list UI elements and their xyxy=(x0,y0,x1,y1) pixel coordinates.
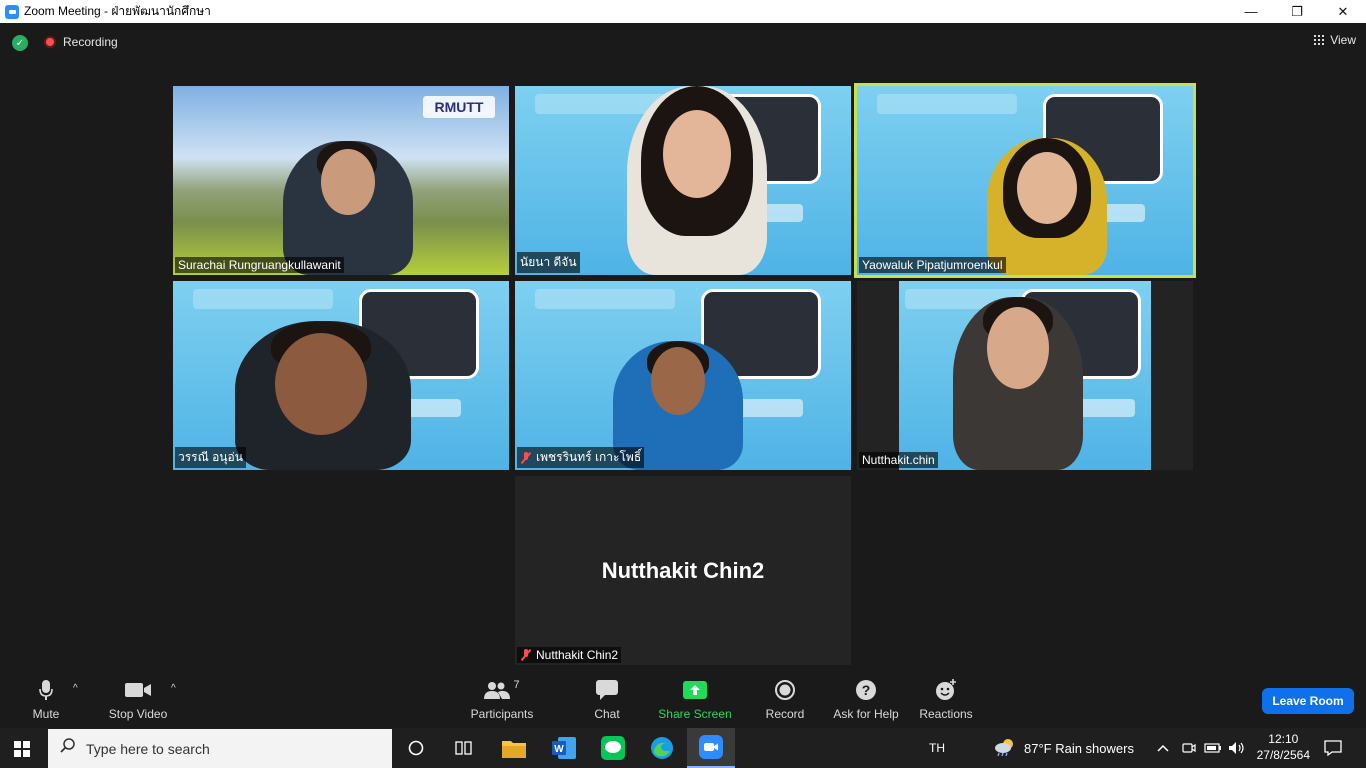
participant-video xyxy=(627,86,767,275)
participant-video xyxy=(283,141,413,275)
audio-options-caret-icon[interactable]: ^ xyxy=(73,683,78,694)
mute-label: Mute xyxy=(32,707,60,721)
input-language-indicator[interactable]: TH xyxy=(929,728,945,768)
participant-name-plate: เพชรรินทร์ เกาะโพธิ์ xyxy=(517,447,645,468)
share-screen-label: Share Screen xyxy=(658,707,732,721)
reactions-button[interactable]: Reactions xyxy=(916,673,976,728)
cortana-icon[interactable] xyxy=(392,728,440,768)
share-screen-icon xyxy=(683,673,707,707)
recording-label: Recording xyxy=(63,35,118,49)
help-question-icon: ? xyxy=(856,673,876,707)
zoom-taskbar-icon[interactable] xyxy=(687,728,735,768)
participant-name-plate: นัยนา ดีจัน xyxy=(517,252,580,273)
record-label: Record xyxy=(765,707,805,721)
windows-taskbar: Type here to search W TH 87°F Rain showe… xyxy=(0,728,1366,768)
rain-cloud-icon xyxy=(994,738,1016,759)
svg-text:W: W xyxy=(554,744,564,755)
weather-widget[interactable]: 87°F Rain showers xyxy=(994,728,1134,768)
weather-text: 87°F Rain showers xyxy=(1024,740,1134,756)
participant-name-plate: Yaowaluk Pipatjumroenkul xyxy=(859,257,1006,273)
recording-indicator[interactable]: Recording xyxy=(44,35,118,49)
clock-time: 12:10 xyxy=(1268,732,1299,746)
participants-icon: 7 xyxy=(484,673,520,707)
grid-view-icon xyxy=(1314,35,1325,45)
reactions-smiley-icon xyxy=(935,673,957,707)
participant-name-plate: Nutthakit Chin2 xyxy=(517,647,622,663)
window-titlebar: Zoom Meeting - ฝ่ายพัฒนานักศึกษา — ❐ ✕ xyxy=(0,0,1366,23)
windows-start-icon[interactable] xyxy=(14,741,30,757)
word-icon[interactable]: W xyxy=(540,728,588,768)
view-label: View xyxy=(1330,33,1356,47)
file-explorer-icon[interactable] xyxy=(490,728,538,768)
show-hidden-icons-chevron-icon[interactable] xyxy=(1157,728,1169,768)
participants-label: Participants xyxy=(470,707,534,721)
meeting-controls-toolbar: Mute ^ Stop Video ^ 7 Participants Chat … xyxy=(0,673,1366,728)
participant-video xyxy=(235,321,411,470)
zoom-app-icon xyxy=(5,4,19,19)
task-view-icon[interactable] xyxy=(440,728,488,768)
mic-muted-icon xyxy=(520,451,532,464)
record-icon xyxy=(775,673,795,707)
taskbar-search-box[interactable]: Type here to search xyxy=(48,729,392,768)
ask-for-help-label: Ask for Help xyxy=(833,707,899,721)
minimize-button[interactable]: — xyxy=(1228,0,1274,23)
system-clock[interactable]: 12:10 27/8/2564 xyxy=(1257,731,1310,763)
stop-video-button[interactable]: Stop Video xyxy=(104,673,172,728)
meeting-topbar: ✓ Recording View xyxy=(0,23,1366,63)
search-icon xyxy=(60,738,76,759)
video-tile-6[interactable]: Nutthakit.chin xyxy=(857,281,1193,470)
share-screen-button[interactable]: Share Screen xyxy=(658,673,732,728)
stop-video-label: Stop Video xyxy=(108,707,168,721)
chat-label: Chat xyxy=(594,707,620,721)
participant-video xyxy=(987,138,1107,275)
window-controls: — ❐ ✕ xyxy=(1228,0,1366,23)
edge-browser-icon[interactable] xyxy=(638,728,686,768)
close-button[interactable]: ✕ xyxy=(1320,0,1366,23)
participants-count: 7 xyxy=(513,679,520,691)
chat-button[interactable]: Chat xyxy=(588,673,626,728)
video-tile-1[interactable]: RMUTT Surachai Rungruangkullawanit xyxy=(173,86,509,275)
video-tile-3-active-speaker[interactable]: Yaowaluk Pipatjumroenkul xyxy=(854,83,1196,278)
recording-dot-icon xyxy=(44,36,56,48)
microphone-icon xyxy=(38,673,54,707)
video-tile-4[interactable]: วรรณี อนุอ่น xyxy=(173,281,509,470)
participant-name-plate: Nutthakit.chin xyxy=(859,452,938,468)
video-camera-icon xyxy=(125,673,151,707)
reactions-label: Reactions xyxy=(919,707,973,721)
participant-name-plate: Surachai Rungruangkullawanit xyxy=(175,257,344,273)
record-button[interactable]: Record xyxy=(764,673,806,728)
meet-now-icon[interactable] xyxy=(1182,728,1196,768)
chat-bubble-icon xyxy=(596,673,618,707)
participants-button[interactable]: 7 Participants xyxy=(468,673,536,728)
video-tile-7-video-off[interactable]: Nutthakit Chin2 Nutthakit Chin2 xyxy=(515,476,851,665)
participant-video xyxy=(953,297,1083,470)
mic-muted-icon xyxy=(520,649,532,661)
participant-display-name: Nutthakit Chin2 xyxy=(601,557,765,583)
clock-date: 27/8/2564 xyxy=(1256,748,1310,762)
video-tile-2[interactable]: นัยนา ดีจัน xyxy=(515,86,851,275)
notification-center-icon[interactable] xyxy=(1324,728,1342,768)
participant-name-plate: วรรณี อนุอ่น xyxy=(175,447,246,468)
view-button[interactable]: View xyxy=(1314,33,1356,47)
leave-room-button[interactable]: Leave Room xyxy=(1262,688,1354,714)
line-app-icon[interactable] xyxy=(589,728,637,768)
rmutt-logo: RMUTT xyxy=(423,96,495,118)
mute-button[interactable]: Mute xyxy=(26,673,66,728)
video-tile-5[interactable]: เพชรรินทร์ เกาะโพธิ์ xyxy=(515,281,851,470)
battery-icon[interactable] xyxy=(1204,728,1222,768)
security-shield-icon[interactable]: ✓ xyxy=(12,35,28,51)
ask-for-help-button[interactable]: ? Ask for Help xyxy=(830,673,902,728)
volume-speaker-icon[interactable] xyxy=(1228,728,1246,768)
maximize-button[interactable]: ❐ xyxy=(1274,0,1320,23)
svg-text:?: ? xyxy=(862,682,871,698)
search-placeholder: Type here to search xyxy=(86,740,210,757)
video-options-caret-icon[interactable]: ^ xyxy=(171,683,176,694)
window-title: Zoom Meeting - ฝ่ายพัฒนานักศึกษา xyxy=(24,4,211,18)
